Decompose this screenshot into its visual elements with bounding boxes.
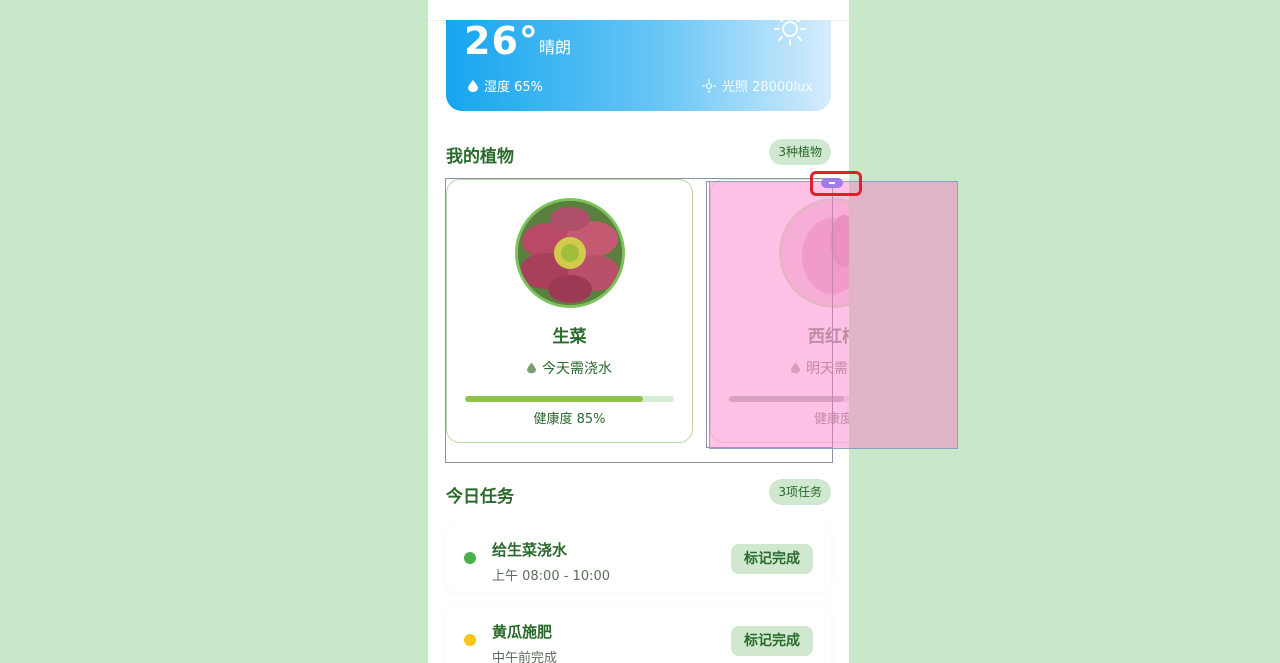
plants-count-badge: 3种植物 <box>769 139 831 165</box>
task-title: 给生菜浇水 <box>492 541 568 559</box>
tasks-section-title: 今日任务 <box>446 487 514 507</box>
tasks-count-badge: 3项任务 <box>769 479 831 505</box>
mark-done-button[interactable]: 标记完成 <box>731 626 813 656</box>
sun-small-icon <box>701 78 716 93</box>
water-drop-icon <box>468 79 478 92</box>
sun-icon <box>774 13 806 45</box>
task-item: 黄瓜施肥 中午前完成 标记完成 <box>446 603 831 663</box>
highlight-ring <box>810 171 862 196</box>
task-time: 上午 08:00 - 10:00 <box>492 569 611 584</box>
humidity-row: 湿度 65% <box>468 76 543 95</box>
humidity-label: 湿度 65% <box>484 80 544 95</box>
task-item: 给生菜浇水 上午 08:00 - 10:00 标记完成 <box>446 521 831 593</box>
task-status-dot <box>464 552 476 564</box>
drag-preview <box>709 181 958 449</box>
weather-condition: 晴朗 <box>539 38 572 57</box>
mark-done-button[interactable]: 标记完成 <box>731 544 813 574</box>
light-row: 光照 28000lux <box>701 76 813 95</box>
light-label: 光照 28000lux <box>721 80 813 95</box>
plants-section-title: 我的植物 <box>446 147 514 167</box>
task-status-dot <box>464 634 476 646</box>
weather-card: 26° 晴朗 湿度 65% 光照 28000lux <box>446 13 831 111</box>
task-title: 黄瓜施肥 <box>492 623 553 641</box>
task-time: 中午前完成 <box>492 651 558 663</box>
temperature: 26° <box>464 19 539 63</box>
